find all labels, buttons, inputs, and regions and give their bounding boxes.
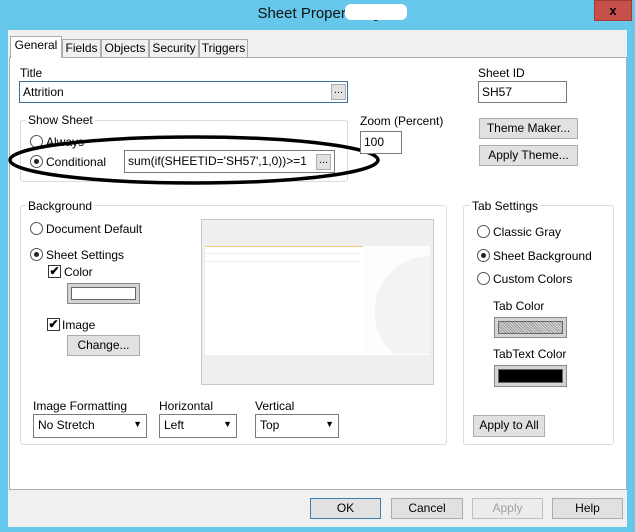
tab-objects[interactable]: Objects [101,39,149,57]
classic-gray-radio[interactable] [477,225,490,238]
color-checkbox[interactable]: ✔ [48,265,61,278]
color-swatch-button[interactable] [67,283,140,304]
theme-maker-button[interactable]: Theme Maker... [479,118,578,139]
chevron-down-icon: ▼ [223,419,232,429]
color-label: Color [64,265,93,279]
title-label: Title [20,66,43,80]
background-preview [201,219,434,385]
tab-color-label: Tab Color [493,299,545,313]
zoom-label: Zoom (Percent) [360,114,444,128]
tab-security[interactable]: Security [149,39,199,57]
sheet-background-label: Sheet Background [493,249,592,263]
tab-triggers[interactable]: Triggers [199,39,248,57]
sheet-settings-radio[interactable] [30,248,43,261]
annotation-ellipse [8,135,380,185]
apply-to-all-button[interactable]: Apply to All [473,415,545,437]
image-label: Image [62,318,96,332]
background-legend: Background [26,199,95,213]
close-button[interactable]: x [594,0,632,21]
vertical-value: Top [260,418,280,432]
sheet-id-label: Sheet ID [478,66,525,80]
tab-settings-legend: Tab Settings [470,199,541,213]
tab-general[interactable]: General [10,36,62,58]
show-sheet-legend: Show Sheet [26,113,95,127]
window-title: Sheet Properties [ [257,5,378,22]
sheet-settings-label: Sheet Settings [46,248,125,262]
horizontal-value: Left [164,418,185,432]
chevron-down-icon: ▼ [325,419,334,429]
change-image-button[interactable]: Change... [67,335,140,356]
image-formatting-value: No Stretch [38,418,95,432]
tab-fields[interactable]: Fields [62,39,101,57]
cancel-button[interactable]: Cancel [391,498,463,519]
vertical-select[interactable]: Top ▼ [255,414,339,438]
image-checkbox[interactable]: ✔ [47,318,60,331]
document-default-label: Document Default [46,222,143,236]
redacted-region [345,4,407,20]
classic-gray-label: Classic Gray [493,225,562,239]
title-ellipsis-button[interactable]: ... [331,84,346,100]
image-formatting-select[interactable]: No Stretch ▼ [33,414,147,438]
tabtext-color-label: TabText Color [493,347,567,361]
apply-button[interactable]: Apply [472,498,543,519]
zoom-input[interactable]: 100 [360,131,402,154]
custom-colors-label: Custom Colors [493,272,573,286]
tab-color-swatch-button[interactable] [494,317,567,338]
title-input[interactable]: Attrition [19,81,348,103]
sheet-id-input[interactable]: SH57 [478,81,567,103]
sheet-background-radio[interactable] [477,249,490,262]
image-formatting-label: Image Formatting [33,399,128,413]
ok-button[interactable]: OK [310,498,381,519]
vertical-label: Vertical [255,399,295,413]
custom-colors-radio[interactable] [477,272,490,285]
help-button[interactable]: Help [552,498,623,519]
document-default-radio[interactable] [30,222,43,235]
apply-theme-button[interactable]: Apply Theme... [479,145,578,166]
horizontal-label: Horizontal [159,399,214,413]
chevron-down-icon: ▼ [133,419,142,429]
tabtext-color-swatch-button[interactable] [494,365,567,387]
horizontal-select[interactable]: Left ▼ [159,414,237,438]
